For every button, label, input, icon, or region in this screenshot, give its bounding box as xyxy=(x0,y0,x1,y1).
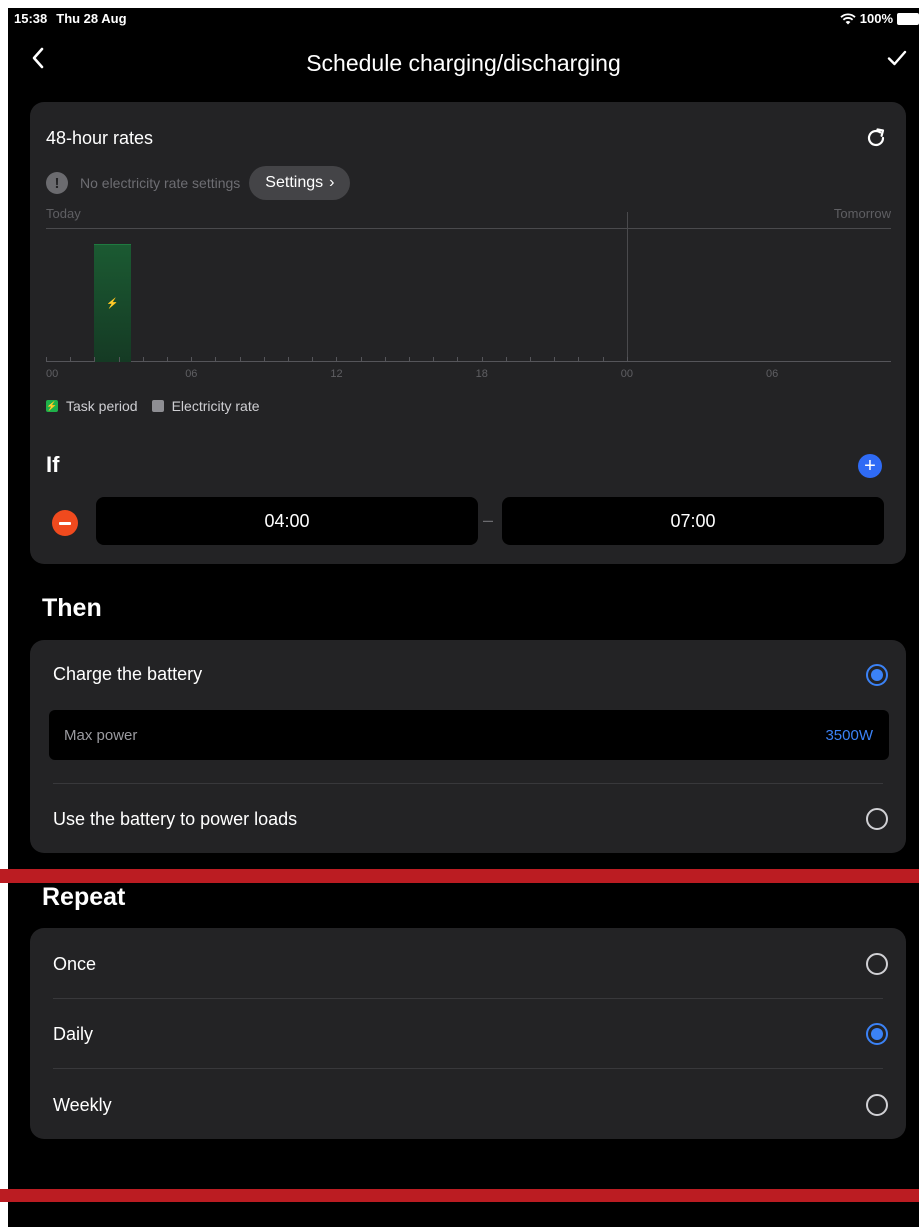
timeline-tick xyxy=(481,357,483,362)
hour-label: 18 xyxy=(475,368,488,380)
battery-percent: 100% xyxy=(859,11,893,26)
if-label: If xyxy=(46,452,60,477)
max-power-field[interactable]: Max power 3500W xyxy=(49,710,889,760)
hour-label: 12 xyxy=(330,368,343,380)
bolt-icon: ⚡ xyxy=(106,298,119,309)
timeline-tick xyxy=(46,357,47,362)
hour-label: 00 xyxy=(46,368,59,380)
page-title: Schedule charging/discharging xyxy=(306,50,621,76)
refresh-icon[interactable] xyxy=(864,126,888,150)
timeline-tick xyxy=(360,357,362,362)
max-power-value: 3500W xyxy=(825,727,873,744)
timeline-tick xyxy=(457,357,459,362)
settings-label: Settings xyxy=(265,174,324,191)
timeline-tick xyxy=(263,357,265,362)
timeline-tick xyxy=(578,357,580,362)
then-card: Charge the battery Max power 3500W Use t… xyxy=(30,640,906,853)
status-time: 15:38 xyxy=(14,11,48,26)
divider xyxy=(53,998,883,999)
bolt-icon: ⚡ xyxy=(46,400,58,412)
time-separator: – xyxy=(483,510,494,530)
timeline-tick xyxy=(336,357,338,362)
repeat-card: Once Daily Weekly xyxy=(30,928,906,1139)
timeline-tick xyxy=(505,357,507,362)
timeline-axis xyxy=(46,361,891,362)
timeline-tick xyxy=(70,357,72,362)
task-period-bar[interactable]: ⚡ xyxy=(94,244,131,362)
radio-once[interactable] xyxy=(866,953,888,975)
settings-button[interactable]: Settings › xyxy=(249,166,351,200)
timeline-tick xyxy=(288,357,289,362)
option-weekly[interactable]: Weekly xyxy=(53,1095,112,1116)
divider xyxy=(53,783,883,784)
rates-title: 48-hour rates xyxy=(46,128,154,148)
tomorrow-label: Tomorrow xyxy=(833,206,891,221)
radio-daily[interactable] xyxy=(866,1023,888,1045)
timeline-tick xyxy=(433,357,435,362)
status-date: Thu 28 Aug xyxy=(56,11,127,26)
timeline-tick xyxy=(409,357,410,362)
end-time-field[interactable]: 07:00 xyxy=(502,497,884,545)
rate-warning: ! No electricity rate settings Settings … xyxy=(46,166,351,200)
highlight-bar xyxy=(0,869,919,883)
rates-card: 48-hour rates ! No electricity rate sett… xyxy=(30,102,906,564)
rate-swatch-icon xyxy=(151,400,164,412)
confirm-check-icon[interactable] xyxy=(885,46,909,70)
then-title: Then xyxy=(42,594,102,622)
warning-text: No electricity rate settings xyxy=(80,175,241,191)
legend: ⚡ Task period Electricity rate xyxy=(46,398,274,414)
battery-icon xyxy=(897,12,919,25)
hour-label: 06 xyxy=(185,368,198,380)
day-divider xyxy=(627,212,628,362)
legend-task-label: Task period xyxy=(66,398,138,414)
timeline-tick xyxy=(384,357,386,362)
option-power-loads[interactable]: Use the battery to power loads xyxy=(53,809,297,830)
max-power-label: Max power xyxy=(64,727,138,744)
timeline-tick xyxy=(626,357,628,362)
hour-label: 00 xyxy=(620,368,634,380)
timeline-tick xyxy=(118,357,120,362)
highlight-bar xyxy=(0,1189,919,1202)
nav-bar: Schedule charging/discharging xyxy=(8,36,919,82)
rate-timeline: Today Tomorrow ⚡ 00 06 12 18 00 06 xyxy=(46,202,891,417)
timeline-tick xyxy=(239,357,241,362)
timeline-tick xyxy=(602,357,604,362)
chevron-right-icon: › xyxy=(329,174,335,191)
legend-rate-label: Electricity rate xyxy=(171,398,260,414)
timeline-tick xyxy=(215,357,217,362)
timeline-tick xyxy=(530,357,531,362)
exclamation-icon: ! xyxy=(46,172,68,194)
timeline-top-line xyxy=(46,228,891,229)
today-label: Today xyxy=(46,206,81,221)
timeline-tick xyxy=(94,357,96,362)
radio-weekly[interactable] xyxy=(866,1094,888,1116)
timeline-tick xyxy=(167,357,168,362)
legend-task-period: ⚡ Task period xyxy=(46,398,138,414)
remove-condition-icon[interactable] xyxy=(52,510,78,536)
timeline-tick xyxy=(191,357,193,362)
timeline-tick xyxy=(554,357,556,362)
hour-label: 06 xyxy=(766,368,779,380)
timeline-tick xyxy=(312,357,314,362)
timeline-tick xyxy=(142,357,144,362)
option-once[interactable]: Once xyxy=(53,954,96,975)
option-daily[interactable]: Daily xyxy=(53,1024,93,1045)
repeat-title: Repeat xyxy=(42,883,126,911)
option-charge-battery[interactable]: Charge the battery xyxy=(53,664,202,685)
status-bar: 15:38 Thu 28 Aug 100% xyxy=(8,8,919,30)
legend-electricity-rate: Electricity rate xyxy=(151,398,260,414)
add-condition-icon[interactable]: + xyxy=(858,454,882,478)
radio-charge-battery[interactable] xyxy=(866,664,888,686)
app-screen: 15:38 Thu 28 Aug 100% Schedule charging/… xyxy=(8,8,919,1227)
radio-power-loads[interactable] xyxy=(866,808,888,830)
wifi-icon xyxy=(840,12,856,24)
divider xyxy=(53,1068,883,1069)
start-time-field[interactable]: 04:00 xyxy=(96,497,478,545)
